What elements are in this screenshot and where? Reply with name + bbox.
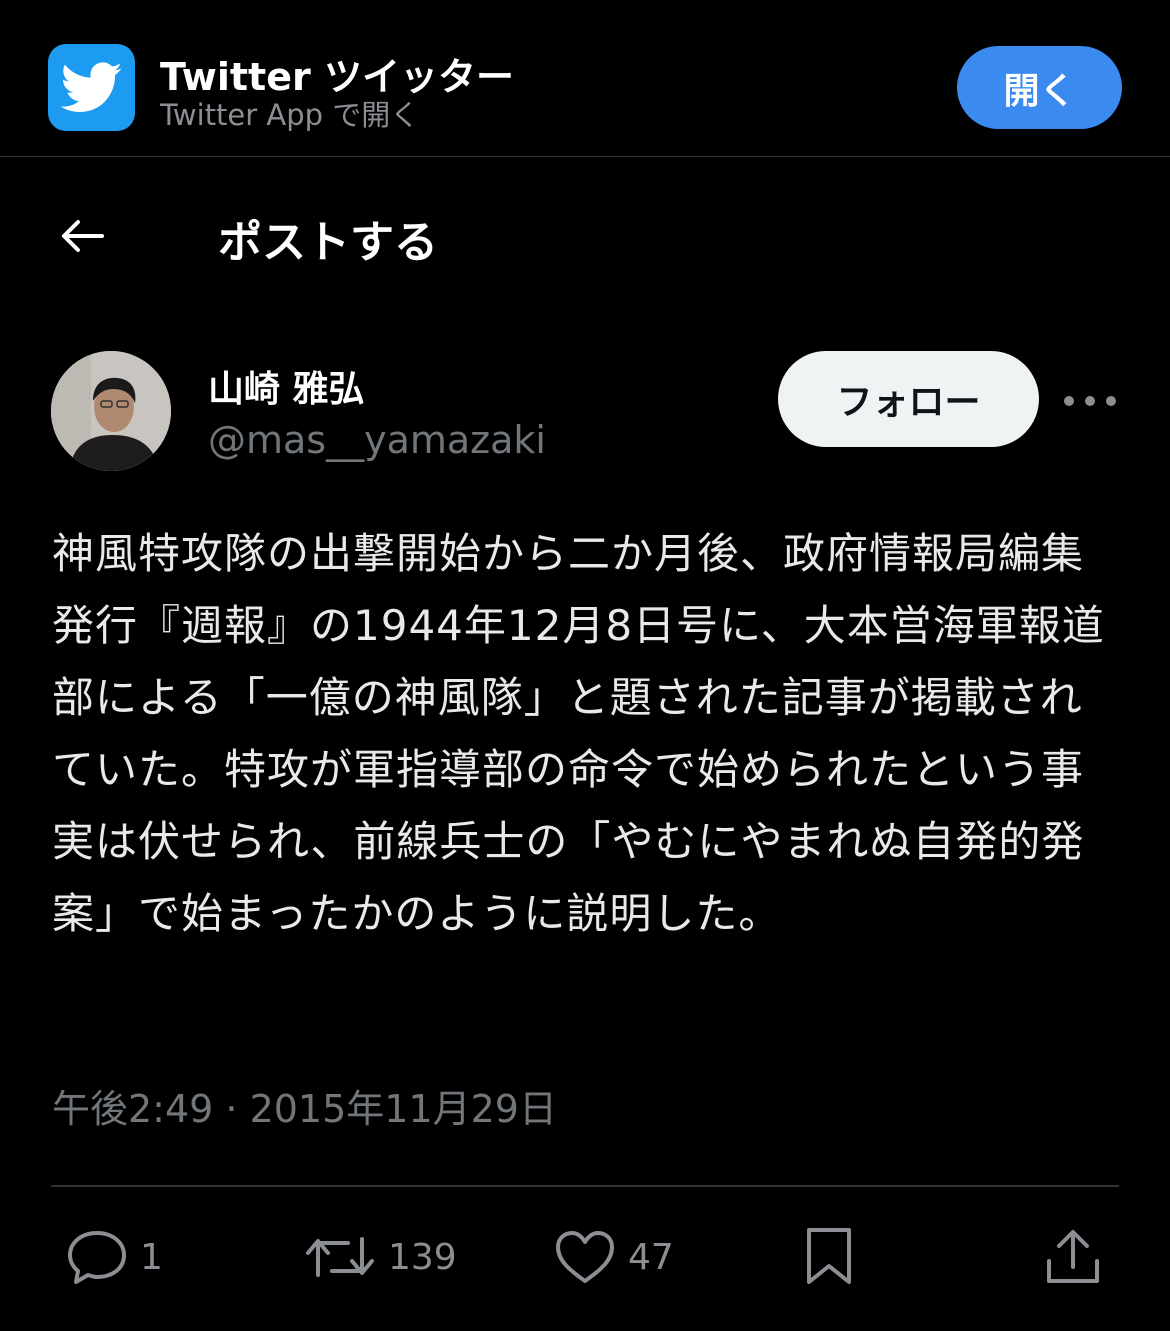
divider [51,1185,1119,1187]
tweet-text: 神風特攻隊の出撃開始から二か月後、政府情報局編集発行『週報』の1944年12月8… [52,529,1105,938]
back-button[interactable] [52,208,112,264]
retweet-button[interactable]: 139 [304,1222,457,1292]
follow-button[interactable]: フォロー [778,351,1039,447]
tweet-timestamp[interactable]: 午後2:49 · 2015年11月29日 [52,1078,557,1133]
retweet-count: 139 [388,1236,457,1278]
bookmark-icon [807,1228,851,1284]
author-handle[interactable]: @mas__yamazaki [208,418,546,462]
reply-count: 1 [140,1236,163,1278]
back-arrow-icon [62,220,104,252]
author-name[interactable]: 山崎 雅弘 [208,360,365,412]
like-button[interactable]: 47 [554,1222,674,1292]
reply-button[interactable]: 1 [66,1222,163,1292]
more-icon[interactable] [1064,386,1116,416]
bookmark-button[interactable] [804,1222,854,1292]
page-title: ポストする [218,217,438,268]
share-icon [1047,1230,1099,1283]
avatar[interactable] [51,351,171,471]
open-app-button[interactable]: 開く [957,46,1122,129]
like-count: 47 [628,1236,674,1278]
twitter-bird-icon[interactable] [48,44,135,131]
reply-icon [68,1231,126,1284]
app-subtitle: Twitter App で開く [160,98,420,132]
like-icon [556,1231,614,1283]
share-button[interactable] [1044,1222,1102,1292]
retweet-icon [306,1237,374,1277]
app-banner: Twitter ツイッター Twitter App で開く 開く [0,0,1170,157]
